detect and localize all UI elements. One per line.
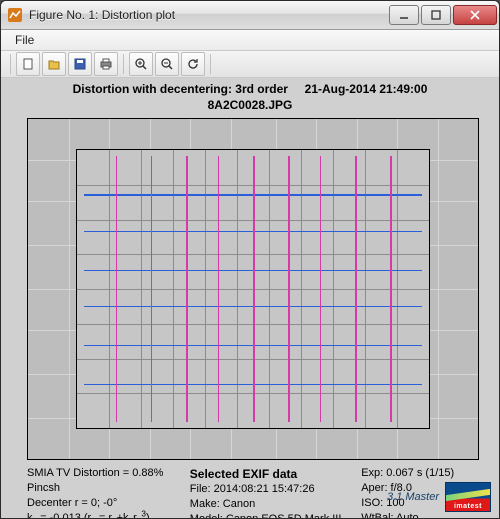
exif-model: Model: Canon EOS 5D Mark III xyxy=(190,512,353,518)
decenter: Decenter r = 0; -0° xyxy=(27,496,182,511)
minimize-button[interactable] xyxy=(389,5,419,25)
detected-v-line xyxy=(390,156,392,423)
distortion-results: SMIA TV Distortion = 0.88% Pincsh Decent… xyxy=(25,464,188,512)
smia-distortion: SMIA TV Distortion = 0.88% Pincsh xyxy=(27,466,182,496)
menu-file[interactable]: File xyxy=(7,31,42,49)
toolbar-separator xyxy=(123,54,124,74)
exif-exp: Exp: 0.067 s (1/15) xyxy=(361,466,473,481)
app-icon xyxy=(7,7,23,23)
new-button[interactable] xyxy=(16,52,40,76)
exif-make: Make: Canon xyxy=(190,497,353,512)
open-button[interactable] xyxy=(42,52,66,76)
exif-file: File: 2014:08:21 15:47:26 xyxy=(190,482,353,497)
detected-v-line xyxy=(218,156,220,423)
detected-v-line xyxy=(151,156,153,423)
k1-coeff: k1 = -0.013 (ru = rd+k1rd3) xyxy=(27,511,182,518)
titlebar[interactable]: Figure No. 1: Distortion plot xyxy=(1,1,499,30)
detected-v-line xyxy=(320,156,322,423)
detected-v-line xyxy=(253,156,255,423)
exif-header: Selected EXIF data xyxy=(190,466,353,482)
footer: 3.1 Master imatest xyxy=(387,482,491,512)
maximize-button[interactable] xyxy=(421,5,451,25)
menubar: File xyxy=(1,30,499,51)
figure-title-file: 8A2C0028.JPG xyxy=(208,98,293,112)
detected-v-line xyxy=(116,156,118,423)
figure-title-date: 21-Aug-2014 21:49:00 xyxy=(305,82,428,96)
figure-title: Distortion with decentering: 3rd order 2… xyxy=(1,82,499,113)
detected-v-line xyxy=(186,156,188,423)
toolbar-separator xyxy=(10,54,11,74)
toolbar xyxy=(1,51,499,78)
zoom-in-button[interactable] xyxy=(129,52,153,76)
detected-v-line xyxy=(288,156,290,423)
grid-chart-photo xyxy=(76,149,430,429)
toolbar-separator xyxy=(210,54,211,74)
print-button[interactable] xyxy=(94,52,118,76)
figure-title-left: Distortion with decentering: 3rd order xyxy=(73,82,288,96)
save-button[interactable] xyxy=(68,52,92,76)
figure-canvas[interactable]: Distortion with decentering: 3rd order 2… xyxy=(1,78,499,518)
exif-data: Selected EXIF data File: 2014:08:21 15:4… xyxy=(188,464,359,512)
zoom-out-button[interactable] xyxy=(155,52,179,76)
imatest-logo-icon: imatest xyxy=(445,482,491,512)
version-label: 3.1 Master xyxy=(387,491,439,503)
plot-axes xyxy=(27,118,479,460)
window-title: Figure No. 1: Distortion plot xyxy=(29,8,389,22)
rotate-button[interactable] xyxy=(181,52,205,76)
close-button[interactable] xyxy=(453,5,497,25)
window-controls xyxy=(389,5,497,25)
detected-v-line xyxy=(355,156,357,423)
app-window: Figure No. 1: Distortion plot File Disto… xyxy=(0,0,500,519)
